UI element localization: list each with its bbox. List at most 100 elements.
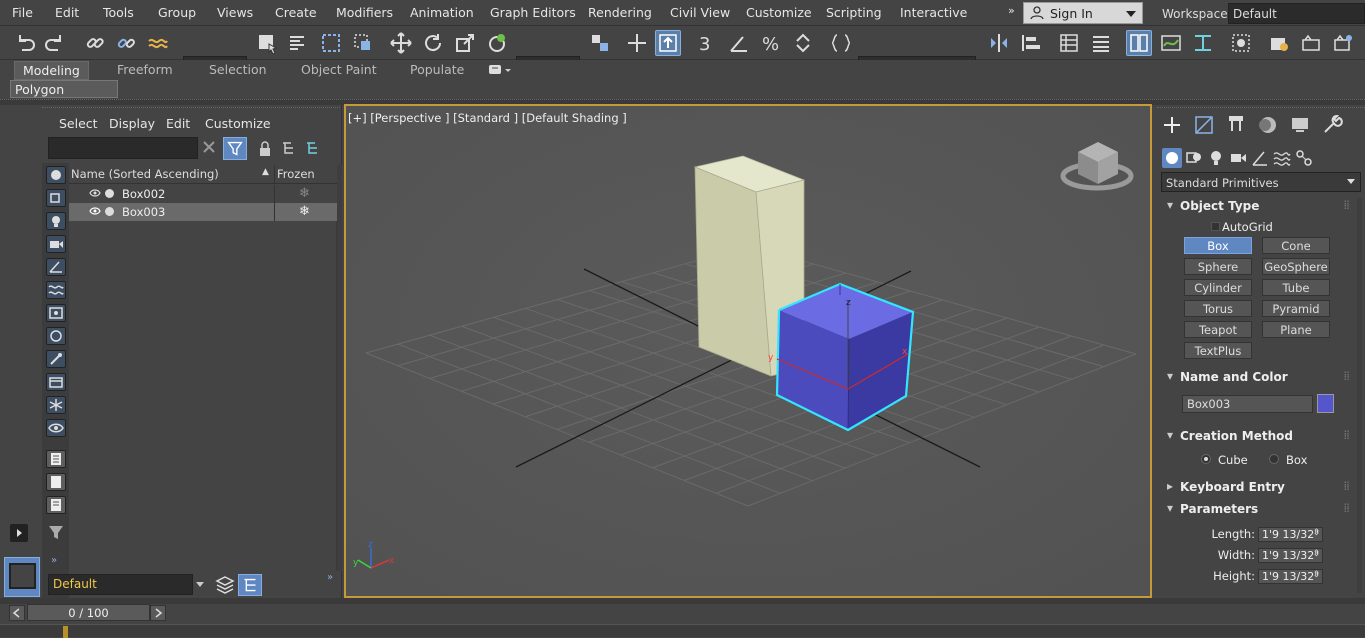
- keyboard-shortcut-override-icon[interactable]: [655, 30, 681, 56]
- tab-populate[interactable]: Populate: [410, 61, 464, 80]
- display-tab-icon[interactable]: [1288, 113, 1312, 137]
- toggle-ribbon-icon[interactable]: [1126, 30, 1152, 56]
- systems-icon[interactable]: [1294, 148, 1314, 168]
- render-dot-icon[interactable]: [105, 207, 114, 216]
- schematic-view-icon[interactable]: [1190, 30, 1216, 56]
- se-menu-edit[interactable]: Edit: [166, 116, 190, 131]
- rotate-icon[interactable]: [420, 30, 446, 56]
- menu-animation[interactable]: Animation: [410, 5, 474, 20]
- link-icon[interactable]: [82, 30, 108, 56]
- box-radio[interactable]: [1269, 454, 1279, 464]
- render-production-icon[interactable]: [1330, 30, 1356, 56]
- layer-chevron-icon[interactable]: [196, 582, 204, 587]
- placement-icon[interactable]: [484, 30, 510, 56]
- tab-freeform[interactable]: Freeform: [117, 61, 173, 80]
- containers-filter-icon[interactable]: [46, 373, 66, 391]
- column-frozen-header[interactable]: Frozen: [277, 167, 315, 181]
- space-warps-icon[interactable]: [1272, 148, 1292, 168]
- modify-tab-icon[interactable]: [1192, 113, 1216, 137]
- undo-icon[interactable]: [12, 30, 38, 56]
- viewport-scene[interactable]: y z x z x y: [346, 106, 1152, 598]
- percent-snap-icon[interactable]: %: [758, 30, 784, 56]
- frozen-snowflake-icon[interactable]: ❄: [299, 186, 310, 201]
- menu-create[interactable]: Create: [275, 5, 317, 20]
- tab-object-paint[interactable]: Object Paint: [301, 61, 377, 80]
- plane-button[interactable]: Plane: [1262, 321, 1330, 338]
- menu-modifiers[interactable]: Modifiers: [336, 5, 393, 20]
- menu-file[interactable]: File: [12, 5, 33, 20]
- shapes-filter-icon[interactable]: [46, 189, 66, 207]
- time-cursor[interactable]: [63, 626, 68, 638]
- menu-rendering[interactable]: Rendering: [588, 5, 652, 20]
- rect-selection-icon[interactable]: [318, 30, 344, 56]
- pyramid-button[interactable]: Pyramid: [1262, 300, 1330, 317]
- unlink-icon[interactable]: [113, 30, 139, 56]
- display-none-icon[interactable]: [46, 473, 66, 491]
- sort-icon[interactable]: [305, 141, 321, 157]
- helpers-icon[interactable]: [1250, 148, 1270, 168]
- helpers-filter-icon[interactable]: [46, 258, 66, 276]
- autogrid-checkbox[interactable]: [1211, 222, 1220, 231]
- layer-dropdown[interactable]: Default: [48, 574, 193, 595]
- pivot-center-icon[interactable]: [587, 30, 613, 56]
- menu-views[interactable]: Views: [217, 5, 253, 20]
- lock-icon[interactable]: [258, 141, 272, 157]
- name-and-color-rollout[interactable]: Name and Color⁞⁞: [1161, 369, 1353, 387]
- cone-button[interactable]: Cone: [1262, 237, 1330, 254]
- menu-interactive[interactable]: Interactive: [900, 5, 967, 20]
- cylinder-button[interactable]: Cylinder: [1184, 279, 1252, 296]
- curve-editor-icon[interactable]: [1158, 30, 1184, 56]
- textplus-button[interactable]: TextPlus: [1184, 342, 1252, 359]
- cameras-icon[interactable]: [1228, 148, 1248, 168]
- scale-icon[interactable]: [452, 30, 478, 56]
- redo-icon[interactable]: [42, 30, 68, 56]
- menu-scripting[interactable]: Scripting: [826, 5, 882, 20]
- menu-civil-view[interactable]: Civil View: [670, 5, 730, 20]
- menu-overflow-icon[interactable]: »: [1008, 4, 1015, 17]
- cube-radio[interactable]: [1201, 454, 1211, 464]
- se-menu-customize[interactable]: Customize: [205, 116, 271, 131]
- filter-icon[interactable]: [223, 137, 247, 160]
- expand-icon[interactable]: [10, 524, 28, 542]
- rendered-frame-window-icon[interactable]: [1298, 30, 1324, 56]
- scene-row[interactable]: Box002 ❄: [69, 185, 337, 203]
- visibility-eye-icon[interactable]: [89, 206, 101, 216]
- layers-icon[interactable]: [213, 574, 237, 596]
- frozen-filter-icon[interactable]: [46, 396, 66, 414]
- frozen-snowflake-icon[interactable]: ❄: [299, 204, 310, 219]
- viewport-layout-tab[interactable]: [4, 557, 40, 597]
- angle-snap-icon[interactable]: [726, 30, 752, 56]
- category-chevron-icon[interactable]: [1347, 179, 1355, 184]
- lights-icon[interactable]: [1206, 148, 1226, 168]
- utilities-tab-icon[interactable]: [1320, 113, 1344, 137]
- funnel-icon[interactable]: [46, 524, 66, 542]
- explorer-scrollbar[interactable]: [337, 165, 342, 571]
- groups-filter-icon[interactable]: [46, 304, 66, 322]
- teapot-button[interactable]: Teapot: [1184, 321, 1252, 338]
- column-name-header[interactable]: Name (Sorted Ascending): [71, 167, 219, 181]
- xrefs-filter-icon[interactable]: [46, 327, 66, 345]
- scene-search-input[interactable]: [48, 137, 198, 159]
- ribbon-panel-label[interactable]: Polygon Modeling: [10, 80, 118, 112]
- bones-filter-icon[interactable]: [46, 350, 66, 368]
- material-editor-icon[interactable]: [1228, 30, 1254, 56]
- workspaces-select[interactable]: Default: [1228, 3, 1365, 24]
- time-slider[interactable]: 0 / 100: [27, 604, 150, 621]
- tab-selection[interactable]: Selection: [209, 61, 267, 80]
- shapes-icon[interactable]: [1184, 148, 1204, 168]
- move-icon[interactable]: [388, 30, 414, 56]
- sphere-button[interactable]: Sphere: [1184, 258, 1252, 275]
- mirror-icon[interactable]: [986, 30, 1012, 56]
- track-bar[interactable]: [0, 624, 1365, 638]
- clear-search-icon[interactable]: [202, 140, 216, 154]
- hidden-filter-icon[interactable]: [46, 419, 66, 437]
- next-frame-icon[interactable]: [150, 605, 166, 621]
- ribbon-options-icon[interactable]: [488, 62, 512, 76]
- command-panel-scrollbar[interactable]: [1357, 198, 1362, 593]
- se-menu-select[interactable]: Select: [59, 116, 98, 131]
- perspective-viewport[interactable]: y z x z x y: [344, 104, 1152, 598]
- geometry-filter-icon[interactable]: [46, 166, 66, 184]
- layer-explorer-icon[interactable]: [1056, 30, 1082, 56]
- lights-filter-icon[interactable]: [46, 212, 66, 230]
- render-dot-icon[interactable]: [105, 189, 114, 198]
